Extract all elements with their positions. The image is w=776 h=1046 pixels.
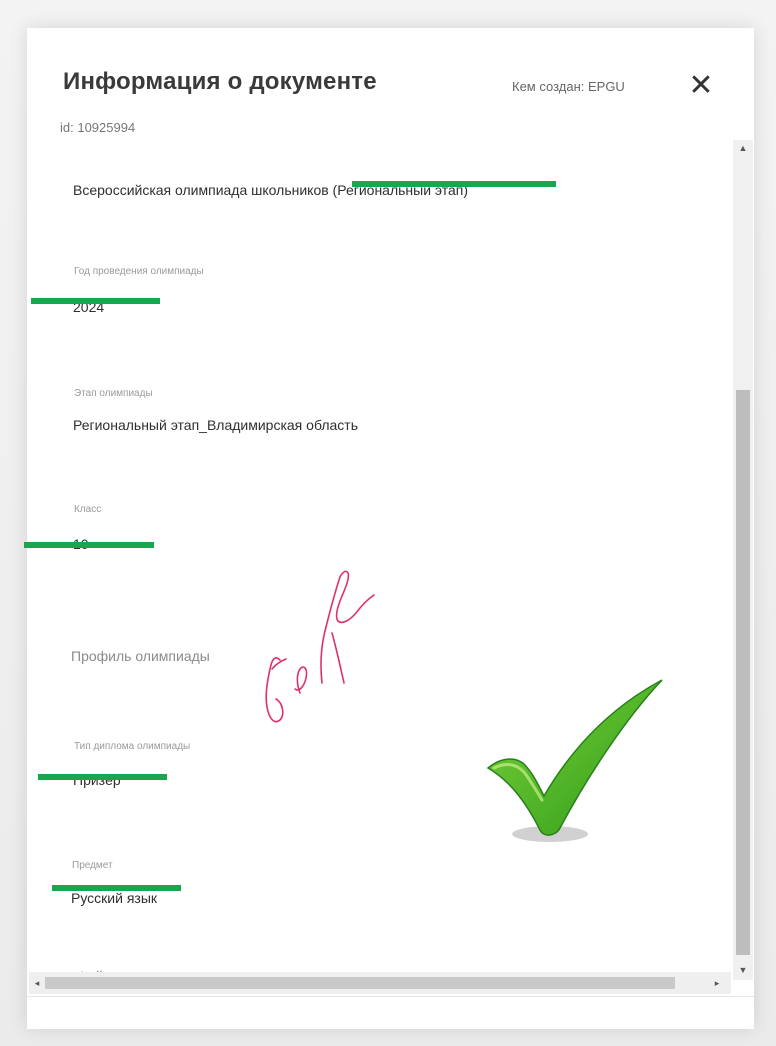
stage-label: Этап олимпиады [74, 388, 153, 399]
scroll-down-icon[interactable]: ▼ [733, 962, 753, 978]
stage-value: Региональный этап_Владимирская область [73, 417, 358, 433]
highlight-mark-diploma [38, 774, 167, 780]
modal-footer [27, 996, 754, 1029]
highlight-mark-year [31, 298, 160, 304]
horizontal-scrollbar[interactable]: ◂ ▸ [29, 972, 731, 994]
modal-title: Информация о документе [63, 68, 377, 95]
subject-label: Предмет [72, 860, 113, 871]
check-mark-icon [486, 679, 663, 842]
diploma-label: Тип диплома олимпиады [74, 741, 191, 752]
class-label: Класс [74, 504, 102, 515]
highlight-mark-class [24, 542, 154, 548]
highlight-mark-subject [52, 885, 181, 891]
vertical-scroll-thumb[interactable] [736, 390, 750, 955]
document-id: id: 10925994 [60, 120, 136, 135]
scroll-up-icon[interactable]: ▲ [733, 140, 753, 156]
scroll-left-icon[interactable]: ◂ [29, 972, 45, 994]
handwritten-signature-icon [265, 570, 375, 723]
close-icon[interactable]: ✕ [687, 71, 715, 101]
year-label: Год проведения олимпиады [74, 266, 204, 277]
creator-label: Кем создан: EPGU [512, 79, 625, 94]
scroll-right-icon[interactable]: ▸ [709, 972, 725, 994]
document-info-modal: Информация о документе Кем создан: EPGU … [27, 28, 754, 1029]
subject-value: Русский язык [71, 890, 158, 906]
highlight-mark-olympiad [352, 181, 556, 187]
horizontal-scroll-thumb[interactable] [45, 977, 675, 989]
profile-label: Профиль олимпиады [71, 648, 210, 664]
vertical-scrollbar[interactable]: ▲ ▼ [733, 140, 753, 980]
